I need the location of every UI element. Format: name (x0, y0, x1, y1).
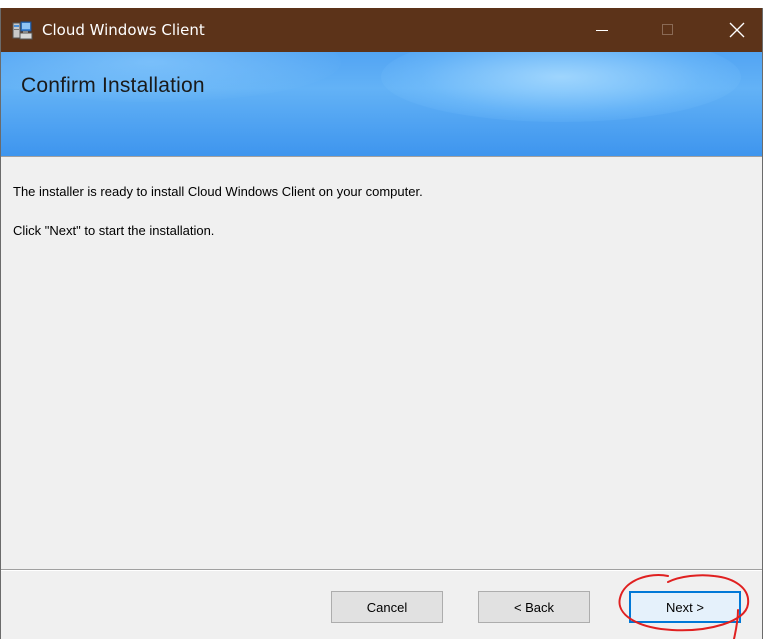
banner-glow-right (381, 52, 741, 122)
instruction-message: Click "Next" to start the installation. (13, 223, 215, 238)
window-title: Cloud Windows Client (42, 21, 205, 39)
close-icon (729, 22, 745, 38)
ready-message: The installer is ready to install Cloud … (13, 184, 423, 199)
minimize-button[interactable] (579, 8, 625, 52)
minimize-icon (596, 30, 608, 31)
cancel-button[interactable]: Cancel (331, 591, 443, 623)
page-title: Confirm Installation (21, 74, 205, 97)
maximize-icon (662, 24, 673, 35)
content-area: The installer is ready to install Cloud … (1, 157, 762, 569)
button-bar: Cancel < Back Next > (1, 571, 762, 639)
next-button[interactable]: Next > (629, 591, 741, 623)
close-button[interactable] (714, 8, 760, 52)
title-bar[interactable]: Cloud Windows Client (1, 8, 762, 52)
header-banner: Confirm Installation (1, 52, 762, 156)
installer-window: Cloud Windows Client Confirm Installatio… (0, 8, 763, 639)
maximize-button[interactable] (645, 8, 691, 52)
back-button[interactable]: < Back (478, 591, 590, 623)
installer-app-icon (11, 20, 33, 42)
